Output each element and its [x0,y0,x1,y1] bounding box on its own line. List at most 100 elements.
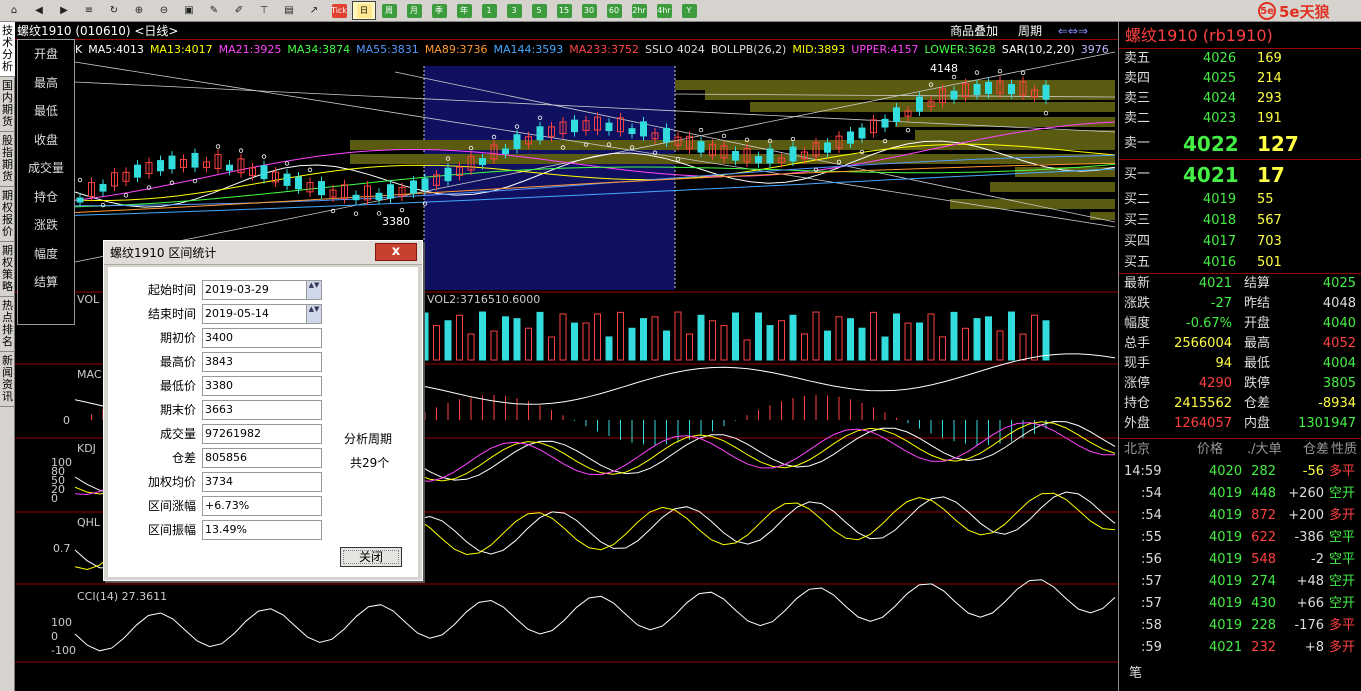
price-menu-item[interactable]: 成交量 [18,154,74,183]
stat-label: 最新 [1124,276,1151,291]
left-tab-2[interactable]: 股指期货 [0,132,15,187]
toolbar-60m-label: 60 [606,3,622,18]
price-menu-item[interactable]: 涨跌 [18,211,74,240]
dialog-row: 区间振幅 13.49% [108,520,418,540]
spinner-arrows-icon[interactable]: ▲▼ [306,281,321,299]
toolbar-season-button[interactable]: 季 [427,1,451,20]
tick-row: 14:59 4020 282 -56 多平 [1119,462,1361,482]
stat-value: 4004 [1322,356,1356,371]
dialog-row-value[interactable]: 2019-03-29 [202,280,322,300]
ask-vol: 214 [1257,71,1282,86]
candle [697,141,705,153]
tick-price: 4019 [1209,552,1243,567]
left-tab-5[interactable]: 热点排名 [0,297,15,352]
tick-delta: -2 [1311,552,1324,567]
toolbar-forward-button[interactable]: ▶ [52,1,76,20]
spinner-arrows-icon[interactable]: ▲▼ [306,305,321,323]
stat-value: 1264057 [1174,416,1232,431]
volume-bar [490,330,498,361]
price-menu-item[interactable]: 持仓 [18,183,74,212]
toolbar-day-button[interactable]: 日 [352,1,376,20]
toolbar-tick-label: Tick [331,3,347,18]
candle [571,119,578,133]
toolbar-year-button[interactable]: 年 [452,1,476,20]
price-menu-item[interactable]: 结算 [18,268,74,297]
toolbar-table-button[interactable]: ▤ [277,1,301,20]
left-tab-1[interactable]: 国内期货 [0,77,15,132]
toolbar-refresh-button[interactable]: ↻ [102,1,126,20]
draw-icon: ✎ [209,5,219,16]
bid-row: 买三 4018 567 [1119,211,1361,231]
volume-bar [881,336,889,361]
volume-bar [789,314,797,361]
left-tab-4[interactable]: 期权策略 [0,242,15,297]
volume-bar [628,327,636,361]
toolbar-zoom-in-button[interactable]: ⊕ [127,1,151,20]
price-menu-item[interactable]: 开盘 [18,40,74,69]
dialog-row-value: 3663 [202,400,322,420]
dialog-row-label: 加权均价 [147,475,196,489]
stat-value: 4025 [1322,276,1356,291]
ask-label: 卖三 [1124,91,1151,106]
stat-label: 涨跌 [1124,296,1151,311]
stat-row: 现手 94 最低 4004 [1119,354,1361,374]
toolbar-multi-button[interactable]: Y [677,1,701,20]
toolbar-tick-button[interactable]: Tick [327,1,351,20]
candle [295,176,302,190]
price-menu-item[interactable]: 收盘 [18,126,74,155]
tick-tab[interactable]: 笔 [1119,664,1361,684]
toolbar-list-button[interactable]: ≡ [77,1,101,20]
toolbar-4hr-button[interactable]: 4hr [652,1,676,20]
qhl-label: QHL [77,516,101,529]
toolbar-window-button[interactable]: ▣ [177,1,201,20]
toolbar-zoom-out-button[interactable]: ⊖ [152,1,176,20]
sar-dot [261,154,267,159]
toolbar-home-button[interactable]: ⌂ [2,1,26,20]
dialog-row-value[interactable]: 2019-05-14 [202,304,322,324]
toolbar-60m-button[interactable]: 60 [602,1,626,20]
toolbar-30m-button[interactable]: 30 [577,1,601,20]
left-tab-3[interactable]: 期权报价 [0,187,15,242]
toolbar-filter-button[interactable]: ⊤ [252,1,276,20]
dialog-row: 最低价 3380 [108,376,418,396]
dialog-close-icon[interactable]: x [375,243,417,261]
toolbar-chart-button[interactable]: ↗ [302,1,326,20]
volume-profile-band [915,130,1115,140]
dialog-row: 期末价 3663 [108,400,418,420]
sar-dot [215,144,221,149]
left-tab-0[interactable]: 技术分析 [0,22,15,77]
toolbar-15m-button[interactable]: 15 [552,1,576,20]
toolbar-draft-button[interactable]: ✐ [227,1,251,20]
toolbar-draw-button[interactable]: ✎ [202,1,226,20]
toolbar-back-button[interactable]: ◀ [27,1,51,20]
tick-vol: 228 [1251,618,1276,633]
price-menu-item[interactable]: 最低 [18,97,74,126]
vol-label: VOL [77,293,100,306]
toolbar-5m-button[interactable]: 5 [527,1,551,20]
price-menu-item[interactable]: 幅度 [18,240,74,269]
volume-bar [720,325,728,361]
candle [191,152,199,168]
kdj-label: KDJ [77,442,96,455]
volume-bar [962,327,969,361]
toolbar-2hr-button[interactable]: 2hr [627,1,651,20]
toolbar-month-button[interactable]: 月 [402,1,426,20]
dialog-close-button[interactable]: 关闭 [340,547,402,567]
toolbar-3m-button[interactable]: 3 [502,1,526,20]
toolbar-1m-button[interactable]: 1 [477,1,501,20]
toolbar-week-button[interactable]: 周 [377,1,401,20]
left-tab-6[interactable]: 新闻资讯 [0,352,15,407]
ask-label: 卖一 [1124,136,1151,151]
volume-bar [927,313,935,361]
volume-bar [950,311,958,361]
cci-tick: 0 [51,630,58,643]
price-menu-item[interactable]: 最高 [18,69,74,98]
dialog-row-label: 区间振幅 [147,523,196,537]
volume-profile-band [990,182,1115,192]
ask-price: 4024 [1203,91,1237,106]
sar-dot [123,193,129,198]
tick-price: 4020 [1209,464,1243,479]
tick-vol: 872 [1251,508,1276,523]
tick-header-h3: ./大单 [1247,442,1282,457]
stat-label: 持仓 [1124,396,1151,411]
